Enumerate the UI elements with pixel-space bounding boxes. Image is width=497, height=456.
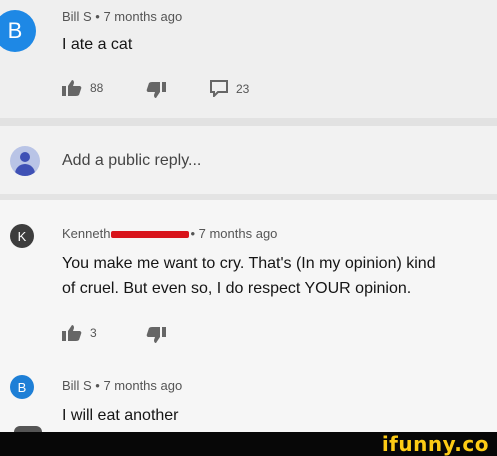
reply-time[interactable]: 7 months ago — [103, 378, 182, 393]
comment-icon — [210, 80, 228, 97]
reply-time[interactable]: 7 months ago — [199, 226, 278, 241]
person-icon — [20, 152, 30, 162]
reply-input[interactable]: Add a public reply... — [62, 148, 201, 173]
meta-separator: • — [95, 378, 100, 393]
comment-time[interactable]: 7 months ago — [103, 9, 182, 24]
reply-text: I will eat another — [62, 407, 179, 424]
thumbs-down-icon — [146, 82, 166, 98]
reply-text-line-2: of cruel. But even so, I do respect YOUR… — [62, 280, 412, 297]
divider — [0, 118, 497, 126]
thumbs-up-icon — [62, 80, 82, 96]
reply-count: 23 — [236, 81, 250, 96]
reply-button[interactable]: 23 — [210, 80, 249, 97]
ifunny-watermark: ifunny.co — [381, 432, 489, 456]
watermark-bar: ifunny.co — [0, 432, 497, 456]
like-button[interactable]: 3 — [62, 325, 97, 341]
comment-meta: Bill S • 7 months ago — [62, 9, 182, 24]
comment-author[interactable]: Bill S — [62, 9, 92, 24]
comment-text: I ate a cat — [62, 36, 133, 53]
avatar-letter: B — [7, 18, 23, 43]
reply-meta: Bill S • 7 months ago — [62, 378, 182, 393]
dislike-button[interactable] — [146, 327, 166, 343]
meta-separator: • — [95, 9, 100, 24]
avatar-letter: B — [17, 379, 27, 395]
like-button[interactable]: 88 — [62, 80, 103, 96]
thumbs-up-icon — [62, 325, 82, 341]
like-count: 3 — [90, 326, 97, 340]
thumbs-down-icon — [146, 327, 166, 343]
dislike-button[interactable] — [146, 82, 166, 98]
redaction-mark — [111, 231, 190, 239]
like-count: 88 — [90, 81, 104, 95]
reply-author[interactable]: Bill S — [62, 378, 92, 393]
reply-text-line-1: You make me want to cry. That's (In my o… — [62, 255, 436, 272]
reply-meta: Kenneth • 7 months ago — [62, 226, 277, 241]
meta-separator: • — [190, 226, 195, 241]
user-avatar — [10, 146, 40, 176]
avatar[interactable]: B — [10, 375, 34, 399]
reply-author[interactable]: Kenneth — [62, 226, 110, 241]
avatar-letter: K — [17, 228, 27, 244]
avatar[interactable]: K — [10, 224, 34, 248]
